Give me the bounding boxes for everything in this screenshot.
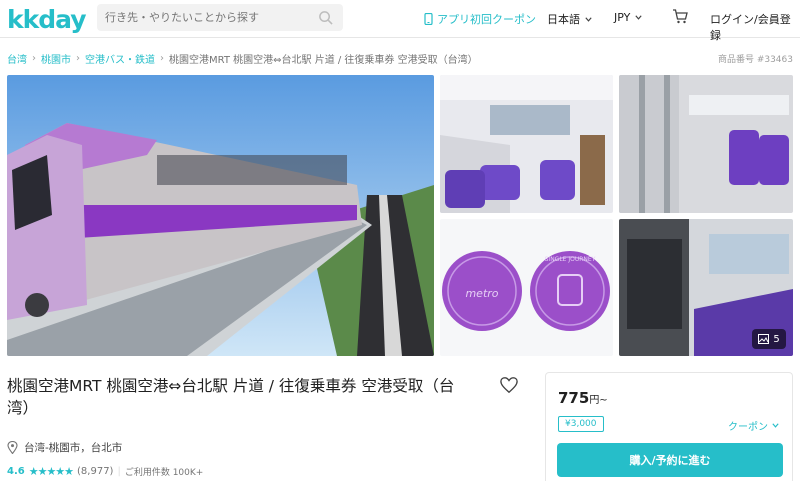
search-icon[interactable]	[318, 10, 333, 25]
photo-metro-tokens[interactable]: metro SINGLE JOURNEY	[440, 219, 613, 356]
breadcrumb: 台湾 › 桃園市 › 空港バス・鉄道 › 桃園空港MRT 桃園空港⇔台北駅 片道…	[7, 51, 478, 66]
price-value: 775	[558, 389, 590, 407]
app-coupon-label: アプリ初回クーポン	[437, 13, 536, 26]
language-label: 日本語	[547, 13, 580, 26]
app-coupon-link[interactable]: アプリ初回クーポン	[424, 11, 536, 27]
search-bar[interactable]	[97, 4, 343, 31]
product-number: 商品番号 #33463	[717, 55, 793, 65]
location-pin-icon	[7, 441, 18, 454]
breadcrumb-item-taiwan[interactable]: 台湾	[7, 51, 27, 66]
kkday-logo[interactable]: kkday	[7, 5, 87, 34]
booking-panel: 775円~ ¥3,000 クーポン 購入/予約に進む	[545, 372, 793, 481]
breadcrumb-separator: ›	[32, 53, 36, 64]
search-input[interactable]	[105, 11, 310, 24]
chevron-down-icon	[585, 16, 592, 22]
main-photo-train[interactable]	[7, 75, 434, 356]
currency-label: JPY	[614, 11, 631, 24]
photo-train-interior-2[interactable]	[619, 75, 793, 213]
photo-count-value: 5	[773, 333, 780, 345]
photo-count-badge[interactable]: 5	[752, 329, 786, 349]
coupon-link-label: クーポン	[728, 422, 768, 433]
usage-count: ご利用件数 100K+	[124, 468, 204, 478]
image-icon	[758, 334, 770, 344]
product-location: 台湾-桃園市，台北市	[7, 440, 122, 455]
price: 775円~	[558, 389, 608, 407]
review-count[interactable]: (8,977)	[77, 466, 113, 477]
rating-stars-icon: ★★★★★	[28, 465, 74, 478]
site-header: kkday アプリ初回クーポン 日本語 JPY ログイン/会員登録	[0, 0, 800, 42]
phone-icon	[424, 13, 433, 25]
chevron-down-icon	[635, 15, 643, 20]
breadcrumb-item-taoyuan[interactable]: 桃園市	[41, 51, 71, 66]
chevron-down-icon	[772, 423, 779, 428]
photo-train-interior-1[interactable]	[440, 75, 613, 213]
coin-journey-text: SINGLE JOURNEY	[545, 256, 596, 263]
language-selector[interactable]: 日本語	[547, 11, 593, 27]
login-link[interactable]: ログイン/会員登録	[710, 11, 800, 43]
rating-score: 4.6	[7, 466, 25, 477]
price-unit: 円~	[589, 395, 608, 406]
location-text: 台湾-桃園市，台北市	[24, 442, 123, 454]
product-title: 桃園空港MRT 桃園空港⇔台北駅 片道 / 往復乗車券 空港受取（台湾）	[7, 377, 455, 417]
divider: |	[117, 466, 121, 477]
currency-selector[interactable]: JPY	[614, 11, 643, 24]
breadcrumb-separator: ›	[76, 53, 80, 64]
breadcrumb-current: 桃園空港MRT 桃園空港⇔台北駅 片道 / 往復乗車券 空港受取（台湾）	[169, 55, 478, 66]
buy-button[interactable]: 購入/予約に進む	[557, 443, 783, 477]
coupon-tag[interactable]: ¥3,000	[558, 416, 604, 432]
breadcrumb-separator: ›	[160, 53, 164, 64]
heart-icon[interactable]	[500, 376, 518, 394]
coin-metro-text: metro	[465, 287, 498, 300]
coupon-dropdown[interactable]: クーポン	[728, 418, 780, 433]
rating-row: 4.6 ★★★★★ (8,977) | ご利用件数 100K+	[7, 465, 203, 478]
cart-icon[interactable]	[672, 9, 688, 24]
breadcrumb-item-airport-transport[interactable]: 空港バス・鉄道	[85, 51, 155, 66]
